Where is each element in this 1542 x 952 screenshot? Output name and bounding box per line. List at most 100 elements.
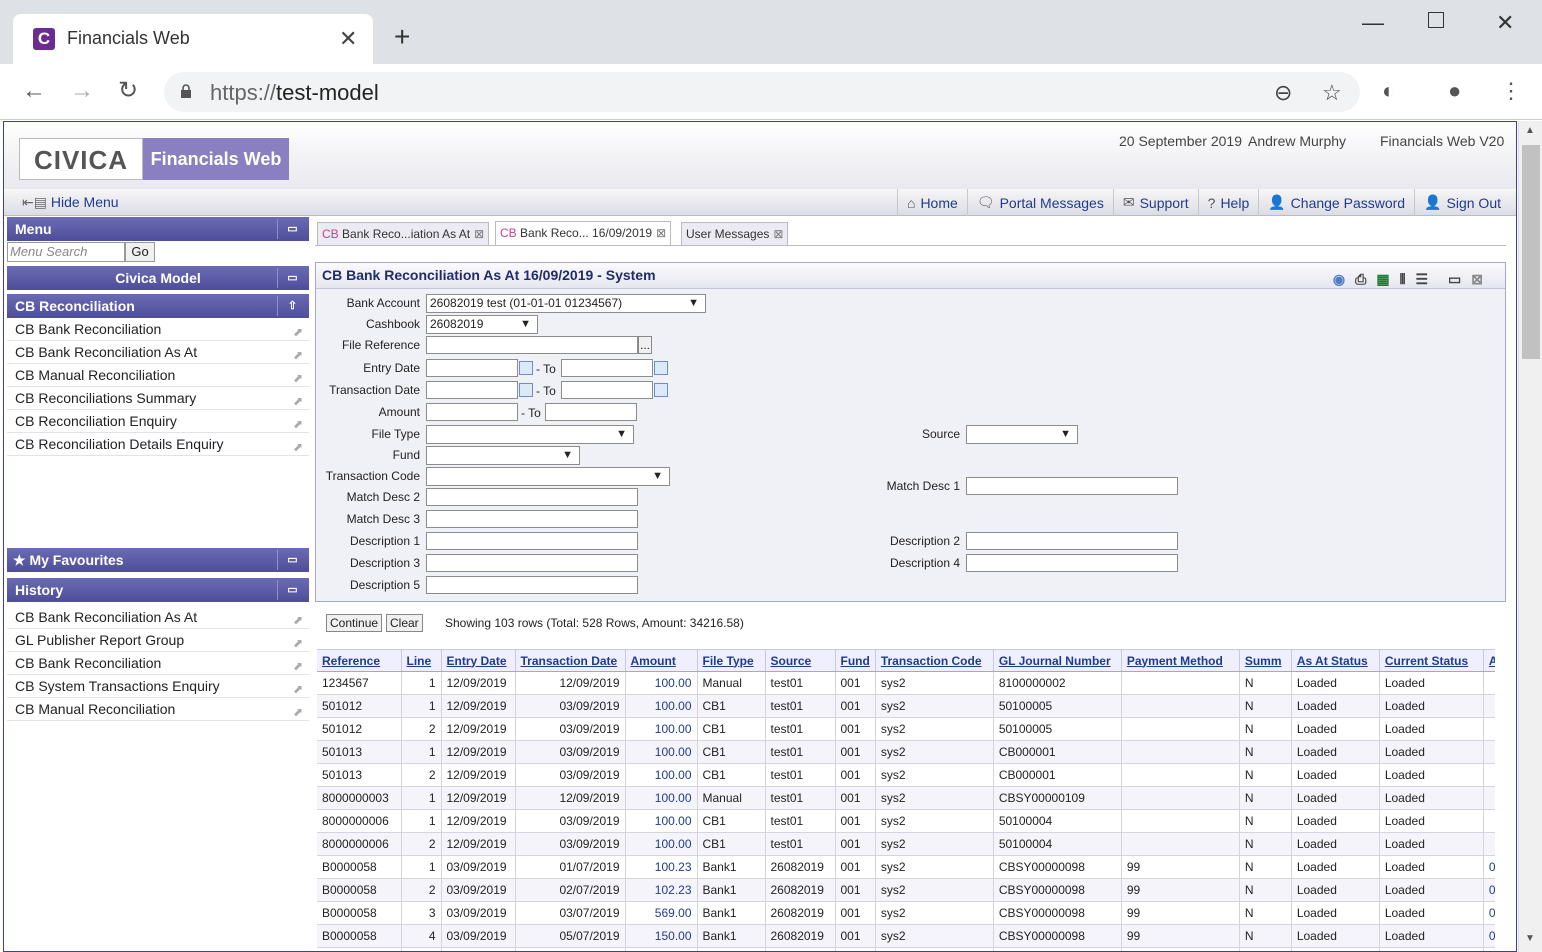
new-tab-icon[interactable]: + xyxy=(394,22,410,52)
source-select[interactable]: ▼ xyxy=(966,425,1078,444)
history-item[interactable]: CB Bank Reconciliation ⬈ xyxy=(7,652,309,675)
menu-toggle-icon[interactable]: ▭ xyxy=(277,219,307,239)
print-icon[interactable]: ⎙ xyxy=(1355,267,1366,291)
continue-button[interactable]: Continue xyxy=(326,614,383,632)
description-3-input[interactable] xyxy=(426,554,638,572)
tab-bank-reco-as-at[interactable]: CB Bank Reco...iation As At ⊠ xyxy=(317,222,490,245)
reload-icon[interactable]: ↻ xyxy=(118,78,138,104)
zoom-icon[interactable]: ⊖ xyxy=(1274,80,1292,106)
section-up-icon[interactable]: ⇧ xyxy=(277,296,307,316)
column-header[interactable]: A xyxy=(1483,649,1495,672)
sidebar-item-cb-reconciliations-summary[interactable]: CB Reconciliations Summary ⬈ xyxy=(7,387,309,410)
match-desc-2-input[interactable] xyxy=(426,488,638,506)
transaction-date-to-input[interactable] xyxy=(561,381,653,399)
bank-account-select[interactable]: 26082019 test (01-01-01 01234567) ▼ xyxy=(426,294,706,313)
change-password-link[interactable]: 👤 Change Password xyxy=(1258,189,1414,216)
history-toggle-icon[interactable]: ▭ xyxy=(277,580,307,600)
sidebar-item-cb-bank-reconciliation-as-at[interactable]: CB Bank Reconciliation As At ⬈ xyxy=(7,341,309,364)
model-header[interactable]: Civica Model ▭ xyxy=(7,266,309,290)
favourites-header[interactable]: ★ My Favourites ▭ xyxy=(7,548,309,572)
amount-from-input[interactable] xyxy=(426,403,518,421)
scroll-down-icon[interactable]: ▼ xyxy=(1525,933,1535,944)
transaction-date-from-input[interactable] xyxy=(426,381,518,399)
column-header[interactable]: Fund xyxy=(835,649,876,672)
table-row[interactable]: 501012 2 12/09/2019 03/09/2019 100.00 CB1 test… xyxy=(317,717,1495,741)
calendar-icon[interactable] xyxy=(654,383,668,397)
description-4-input[interactable] xyxy=(966,554,1178,572)
column-header[interactable]: Source xyxy=(765,649,836,672)
sidebar-item-cb-manual-reconciliation[interactable]: CB Manual Reconciliation ⬈ xyxy=(7,364,309,387)
calendar-icon[interactable] xyxy=(519,361,533,375)
menu-search-input[interactable]: Menu Search xyxy=(7,242,125,262)
close-tab-icon[interactable]: ⊠ xyxy=(656,226,666,240)
description-1-input[interactable] xyxy=(426,532,638,550)
favourites-toggle-icon[interactable]: ▭ xyxy=(277,550,307,570)
sidebar-item-cb-reconciliation-details-enquiry[interactable]: CB Reconciliation Details Enquiry ⬈ xyxy=(7,433,309,456)
table-row[interactable]: B0000058 4 03/09/2019 05/07/2019 150.00 Bank1… xyxy=(317,924,1495,948)
home-link[interactable]: ⌂ Home xyxy=(896,189,967,216)
file-reference-browse-button[interactable]: ... xyxy=(638,336,652,354)
help-icon[interactable]: ◉ xyxy=(1333,267,1345,291)
sidebar-item-cb-bank-reconciliation[interactable]: CB Bank Reconciliation ⬈ xyxy=(7,318,309,341)
column-header[interactable]: Line xyxy=(401,649,442,672)
sign-out-link[interactable]: 👤 Sign Out xyxy=(1414,189,1510,216)
table-row[interactable]: 501013 1 12/09/2019 03/09/2019 100.00 CB1 test… xyxy=(317,740,1495,764)
description-5-input[interactable] xyxy=(426,576,638,594)
description-2-input[interactable] xyxy=(966,532,1178,550)
columns-icon[interactable]: ⫴ xyxy=(1400,267,1406,291)
filter-icon[interactable]: ☰ xyxy=(1415,267,1428,291)
file-reference-input[interactable] xyxy=(426,336,638,354)
table-row[interactable]: 1234567 1 12/09/2019 12/09/2019 100.00 Manual… xyxy=(317,671,1495,695)
table-row[interactable] xyxy=(317,947,1495,951)
forward-icon[interactable]: → xyxy=(70,78,94,104)
maximize-icon[interactable] xyxy=(1428,12,1444,28)
section-header[interactable]: CB Reconciliation ⇧ xyxy=(7,294,309,318)
close-tab-icon[interactable]: ✕ xyxy=(339,26,357,52)
help-link[interactable]: ? Help xyxy=(1197,189,1259,216)
history-header[interactable]: History ▭ xyxy=(7,578,309,602)
column-header[interactable]: Amount xyxy=(625,649,698,672)
history-item[interactable]: CB System Transactions Enquiry ⬈ xyxy=(7,675,309,698)
column-header[interactable]: Entry Date xyxy=(441,649,516,672)
column-header[interactable]: As At Status xyxy=(1291,649,1380,672)
amount-to-input[interactable] xyxy=(545,403,637,421)
page-scrollbar[interactable]: ▲ ▼ xyxy=(1518,121,1542,952)
history-item[interactable]: CB Manual Reconciliation ⬈ xyxy=(7,698,309,721)
history-item[interactable]: CB Bank Reconciliation As At ⬈ xyxy=(7,606,309,629)
close-panel-icon[interactable]: ⊠ xyxy=(1471,267,1483,291)
table-row[interactable]: B0000058 1 03/09/2019 01/07/2019 100.23 Bank1… xyxy=(317,855,1495,879)
hide-menu-button[interactable]: ⇤▤ Hide Menu xyxy=(22,194,119,211)
column-header[interactable]: GL Journal Number xyxy=(993,649,1122,672)
tab-bank-reco-16-09-2019[interactable]: CB Bank Reco... 16/09/2019 ⊠ xyxy=(495,221,672,245)
excel-icon[interactable]: ▦ xyxy=(1376,267,1389,291)
match-desc-3-input[interactable] xyxy=(426,510,638,528)
file-type-select[interactable]: ▼ xyxy=(426,425,634,444)
scrollbar-thumb[interactable] xyxy=(1522,145,1540,359)
close-tab-icon[interactable]: ⊠ xyxy=(773,227,783,241)
profile-icon[interactable]: ● xyxy=(1448,78,1461,104)
menu-search-go-button[interactable]: Go xyxy=(125,242,155,262)
match-desc-1-input[interactable] xyxy=(966,477,1178,495)
entry-date-from-input[interactable] xyxy=(426,359,518,377)
table-row[interactable]: 8000000006 2 12/09/2019 03/09/2019 100.00 CB1… xyxy=(317,832,1495,856)
column-header[interactable]: Transaction Code xyxy=(875,649,994,672)
table-row[interactable]: 501013 2 12/09/2019 03/09/2019 100.00 CB1 test… xyxy=(317,763,1495,787)
address-bar[interactable]: https://test-model ⊖ ☆ xyxy=(164,72,1360,112)
calendar-icon[interactable] xyxy=(519,383,533,397)
cashbook-select[interactable]: 26082019 ▼ xyxy=(426,315,538,334)
transaction-code-select[interactable]: ▼ xyxy=(426,467,670,486)
table-row[interactable]: 8000000003 1 12/09/2019 12/09/2019 100.00 Man… xyxy=(317,786,1495,810)
back-icon[interactable]: ← xyxy=(22,78,46,104)
fund-select[interactable]: ▼ xyxy=(426,446,580,465)
column-header[interactable]: Current Status xyxy=(1379,649,1484,672)
column-header[interactable]: Reference xyxy=(317,649,402,672)
window-icon[interactable]: ▭ xyxy=(1448,267,1461,291)
column-header[interactable]: File Type xyxy=(697,649,766,672)
model-toggle-icon[interactable]: ▭ xyxy=(277,268,307,288)
portal-messages-link[interactable]: 🗨 Portal Messages xyxy=(966,189,1113,216)
window-close-icon[interactable]: ✕ xyxy=(1496,10,1514,36)
entry-date-to-input[interactable] xyxy=(561,359,653,377)
close-tab-icon[interactable]: ⊠ xyxy=(474,227,484,241)
tab-user-messages[interactable]: User Messages ⊠ xyxy=(681,222,789,245)
history-item[interactable]: GL Publisher Report Group ⬈ xyxy=(7,629,309,652)
